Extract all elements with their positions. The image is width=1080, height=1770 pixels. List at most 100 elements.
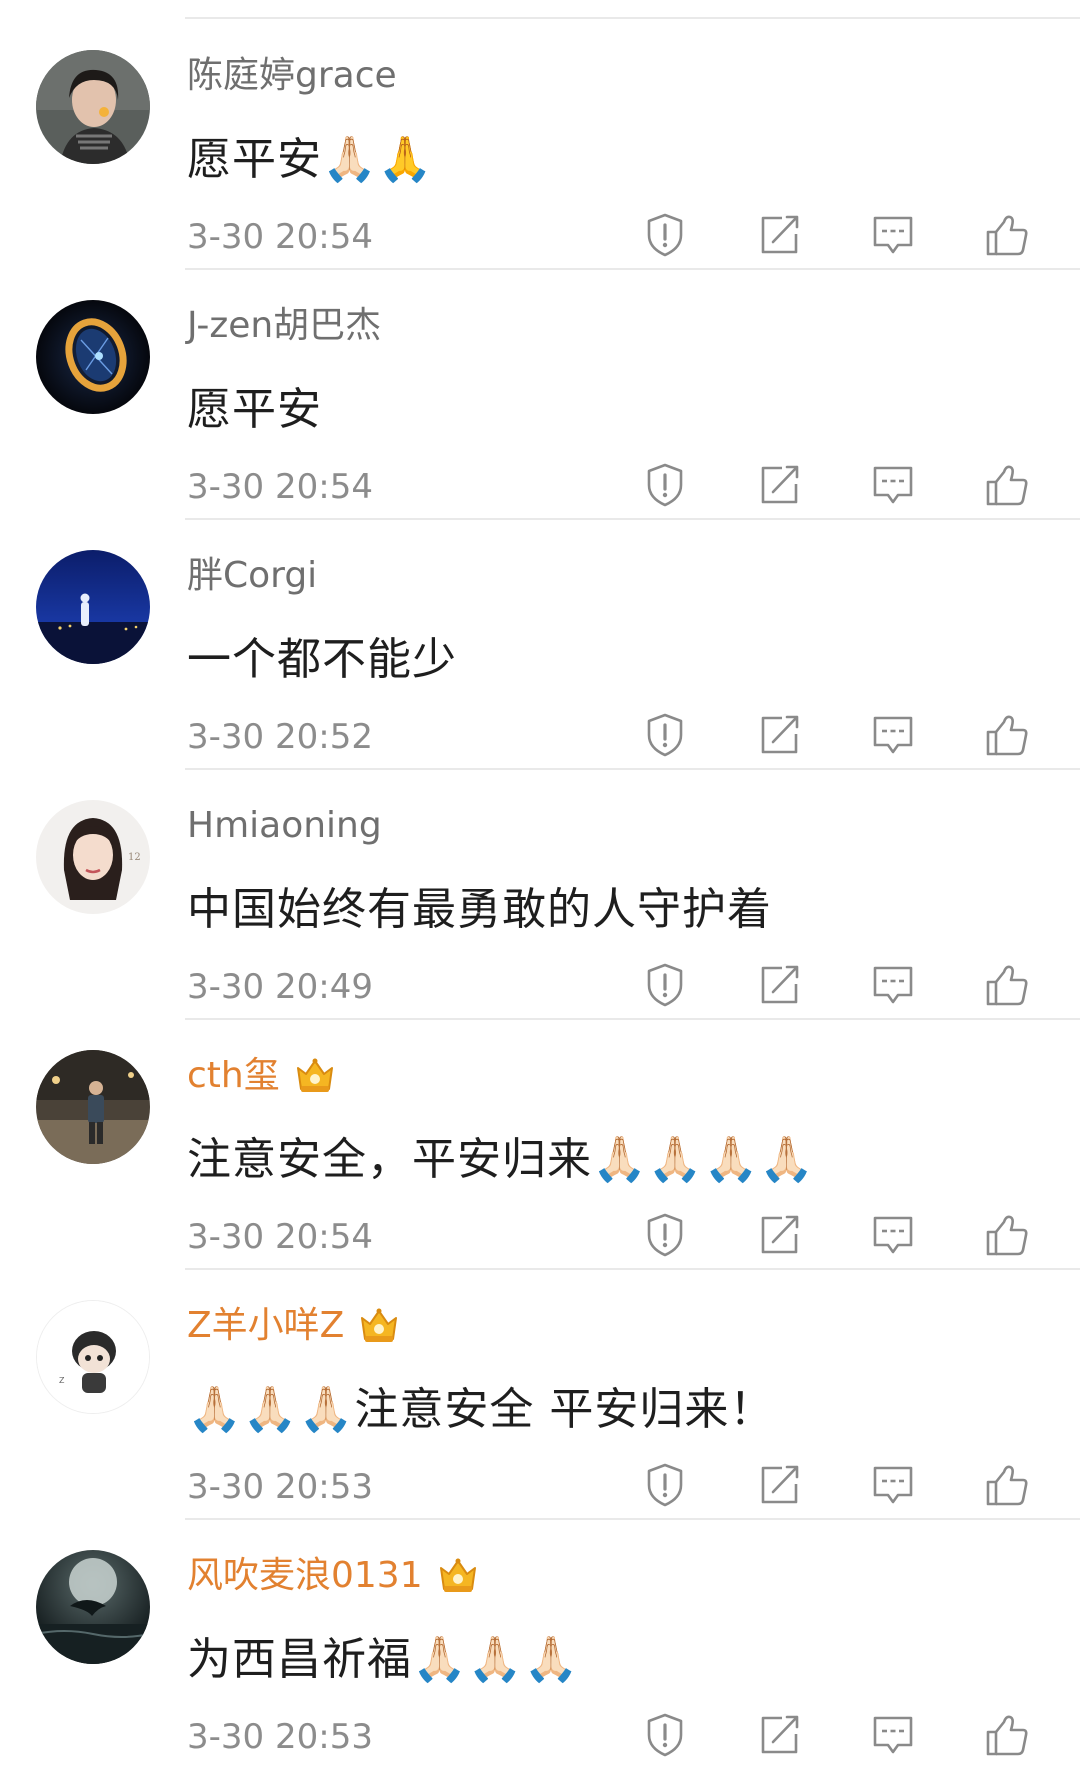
avatar[interactable] — [36, 300, 150, 414]
username[interactable]: 风吹麦浪0131 — [187, 1554, 479, 1598]
share-button[interactable] — [754, 1210, 804, 1260]
timestamp: 3-30 20:52 — [187, 717, 373, 757]
username[interactable]: Z羊小咩Z — [187, 1304, 400, 1348]
comment-item: 陈庭婷grace 愿平安🙏🏻🙏 3-30 20:54 — [0, 20, 1080, 270]
username[interactable]: 陈庭婷grace — [187, 54, 397, 98]
reply-button[interactable] — [868, 1210, 918, 1260]
avatar[interactable] — [36, 550, 150, 664]
like-button[interactable] — [982, 1460, 1032, 1510]
like-button[interactable] — [982, 460, 1032, 510]
share-icon — [761, 215, 799, 254]
reply-icon — [873, 466, 913, 504]
username[interactable]: Hmiaoning — [187, 804, 382, 848]
reply-button[interactable] — [868, 1460, 918, 1510]
reply-button[interactable] — [868, 1710, 918, 1760]
report-icon — [647, 1213, 683, 1257]
username[interactable]: 胖Corgi — [187, 554, 317, 598]
reply-icon — [873, 1216, 913, 1254]
comment-text: 中国始终有最勇敢的人守护着 — [187, 884, 772, 935]
share-button[interactable] — [754, 710, 804, 760]
avatar-night-scene-icon — [36, 550, 150, 664]
report-button[interactable] — [640, 960, 690, 1010]
avatar-girl-portrait-icon — [36, 50, 150, 164]
username[interactable]: J-zen胡巴杰 — [187, 304, 381, 348]
report-icon — [647, 463, 683, 507]
username-text[interactable]: J-zen胡巴杰 — [187, 304, 381, 348]
report-icon — [647, 1713, 683, 1757]
reply-button[interactable] — [868, 210, 918, 260]
report-icon — [647, 963, 683, 1007]
comment-actions — [640, 960, 1032, 1010]
username-text[interactable]: 陈庭婷grace — [187, 54, 397, 98]
username[interactable]: cth玺 — [187, 1054, 336, 1098]
timestamp: 3-30 20:54 — [187, 467, 373, 507]
share-button[interactable] — [754, 460, 804, 510]
share-button[interactable] — [754, 210, 804, 260]
comment-item: J-zen胡巴杰 愿平安 3-30 20:54 — [0, 270, 1080, 520]
comment-actions — [640, 460, 1032, 510]
share-icon — [761, 1215, 799, 1254]
reply-button[interactable] — [868, 710, 918, 760]
like-icon — [986, 1715, 1028, 1756]
comment-actions — [640, 1460, 1032, 1510]
username-text[interactable]: Z羊小咩Z — [187, 1304, 344, 1348]
share-button[interactable] — [754, 960, 804, 1010]
like-icon — [986, 965, 1028, 1006]
comment-actions — [640, 210, 1032, 260]
avatar[interactable] — [36, 1550, 150, 1664]
share-icon — [761, 1465, 799, 1504]
avatar-cartoon-icon: Z — [37, 1301, 149, 1413]
like-button[interactable] — [982, 1710, 1032, 1760]
username-text[interactable]: Hmiaoning — [187, 804, 382, 848]
report-button[interactable] — [640, 460, 690, 510]
avatar[interactable]: 12 — [36, 800, 150, 914]
avatar[interactable] — [36, 50, 150, 164]
reply-button[interactable] — [868, 460, 918, 510]
like-button[interactable] — [982, 960, 1032, 1010]
timestamp: 3-30 20:54 — [187, 1217, 373, 1257]
report-button[interactable] — [640, 1460, 690, 1510]
username-text[interactable]: 胖Corgi — [187, 554, 317, 598]
comment-item: Z Z羊小咩Z 🙏🏻🙏🏻🙏🏻注意安全 平安归来！ 3-30 20:53 — [0, 1270, 1080, 1520]
comment-actions — [640, 1210, 1032, 1260]
comment-item: 12 Hmiaoning 中国始终有最勇敢的人守护着 3-30 20:49 — [0, 770, 1080, 1020]
share-button[interactable] — [754, 1460, 804, 1510]
svg-text:Z: Z — [59, 1376, 65, 1385]
report-button[interactable] — [640, 1710, 690, 1760]
report-button[interactable] — [640, 710, 690, 760]
reply-icon — [873, 966, 913, 1004]
avatar-street-man-icon — [36, 1050, 150, 1164]
like-button[interactable] — [982, 1210, 1032, 1260]
timestamp: 3-30 20:49 — [187, 967, 373, 1007]
avatar[interactable] — [36, 1050, 150, 1164]
like-button[interactable] — [982, 210, 1032, 260]
reply-button[interactable] — [868, 960, 918, 1010]
comment-text: 注意安全，平安归来🙏🏻🙏🏻🙏🏻🙏🏻 — [187, 1134, 816, 1185]
vip-crown-icon — [439, 1558, 476, 1592]
reply-icon — [873, 716, 913, 754]
username-text[interactable]: 风吹麦浪0131 — [187, 1554, 423, 1598]
timestamp: 3-30 20:53 — [187, 1467, 373, 1507]
share-button[interactable] — [754, 1710, 804, 1760]
comment-text: 一个都不能少 — [187, 634, 457, 685]
share-icon — [761, 465, 799, 504]
avatar-girl-photo-icon: 12 — [36, 800, 150, 914]
share-icon — [761, 1715, 799, 1754]
vip-crown-icon — [361, 1308, 398, 1342]
avatar[interactable]: Z — [36, 1300, 150, 1414]
report-icon — [647, 1463, 683, 1507]
svg-text:12: 12 — [128, 852, 141, 863]
comment-item: 胖Corgi 一个都不能少 3-30 20:52 — [0, 520, 1080, 770]
avatar-dolphin-moon-icon — [36, 1550, 150, 1664]
vip-crown-icon — [296, 1058, 333, 1092]
report-icon — [647, 713, 683, 757]
report-button[interactable] — [640, 210, 690, 260]
comment-actions — [640, 1710, 1032, 1760]
like-icon — [986, 215, 1028, 256]
like-button[interactable] — [982, 710, 1032, 760]
share-icon — [761, 965, 799, 1004]
comment-text: 为西昌祈福🙏🏻🙏🏻🙏🏻 — [187, 1634, 580, 1685]
username-text[interactable]: cth玺 — [187, 1054, 280, 1098]
top-divider — [185, 17, 1080, 19]
report-button[interactable] — [640, 1210, 690, 1260]
